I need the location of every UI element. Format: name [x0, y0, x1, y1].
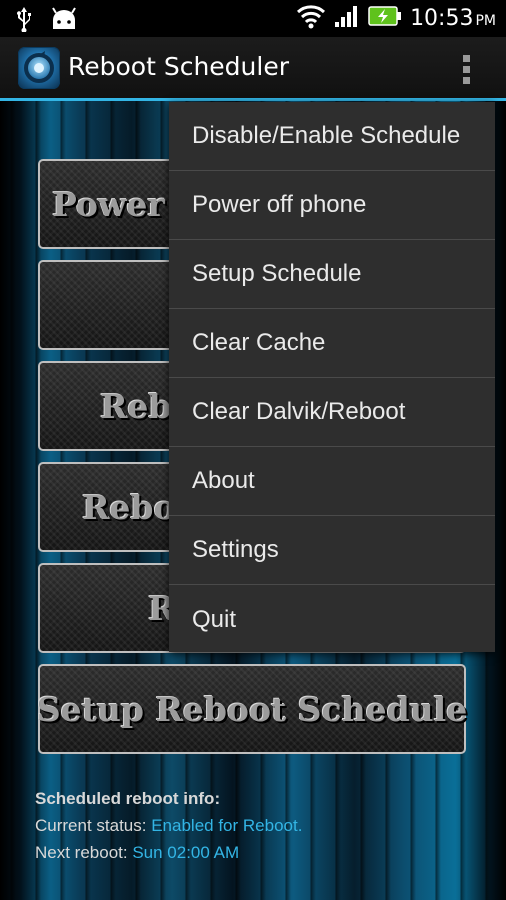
next-reboot-value: Sun 02:00 AM — [132, 843, 240, 862]
status-label: Current status: — [35, 816, 152, 835]
menu-item-power-off-phone[interactable]: Power off phone — [169, 171, 495, 240]
setup-reboot-schedule-button[interactable]: Setup Reboot Schedule — [36, 664, 468, 754]
signal-icon — [334, 4, 360, 32]
next-reboot-row: Next reboot: Sun 02:00 AM — [35, 839, 302, 866]
app-title: Reboot Scheduler — [68, 52, 289, 81]
menu-item-setup-schedule[interactable]: Setup Schedule — [169, 240, 495, 309]
setup-reboot-schedule-button-label: Setup Reboot Schedule — [36, 689, 468, 729]
menu-item-label: About — [192, 467, 255, 494]
action-bar: Reboot Scheduler — [0, 37, 506, 101]
scheduled-reboot-info: Scheduled reboot info: Current status: E… — [35, 785, 302, 866]
clock-time: 10:53 — [410, 5, 474, 31]
status-bar: 10:53 PM — [0, 0, 506, 37]
menu-item-label: Quit — [192, 605, 237, 633]
menu-item-about[interactable]: About — [169, 447, 495, 516]
menu-item-settings[interactable]: Settings — [169, 516, 495, 585]
reboot-bootloader-button-label: Rebo — [82, 487, 176, 527]
menu-item-label: Clear Cache — [192, 329, 326, 356]
menu-item-label: Disable/Enable Schedule — [192, 122, 461, 149]
menu-item-label: Clear Dalvik/Reboot — [192, 398, 406, 425]
power-off-button-label: Power — [52, 184, 165, 224]
menu-item-quit[interactable]: Quit — [169, 585, 495, 654]
reboot-scheduler-app-icon[interactable] — [18, 47, 60, 89]
menu-item-clear-cache[interactable]: Clear Cache — [169, 309, 495, 378]
clock: 10:53 PM — [410, 6, 496, 31]
usb-icon — [14, 6, 34, 36]
wifi-icon — [296, 3, 326, 33]
reboot-recovery-button-label: Reb — [100, 386, 172, 426]
next-reboot-label: Next reboot: — [35, 843, 133, 862]
status-value: Enabled for Reboot. — [151, 816, 303, 835]
menu-item-label: Setup Schedule — [192, 260, 362, 287]
battery-charging-icon — [368, 6, 402, 30]
clock-ampm: PM — [475, 12, 496, 29]
menu-item-disable-enable-schedule[interactable]: Disable/Enable Schedule — [169, 102, 495, 171]
menu-item-label: Power off phone — [192, 191, 367, 218]
info-heading: Scheduled reboot info: — [35, 789, 221, 808]
android-icon — [50, 7, 78, 35]
current-status-row: Current status: Enabled for Reboot. — [35, 812, 302, 839]
menu-item-label: Settings — [192, 536, 279, 563]
overflow-dropdown-menu: Disable/Enable Schedule Power off phone … — [169, 102, 495, 652]
menu-item-clear-dalvik-reboot[interactable]: Clear Dalvik/Reboot — [169, 378, 495, 447]
overflow-menu-icon[interactable] — [454, 51, 478, 87]
